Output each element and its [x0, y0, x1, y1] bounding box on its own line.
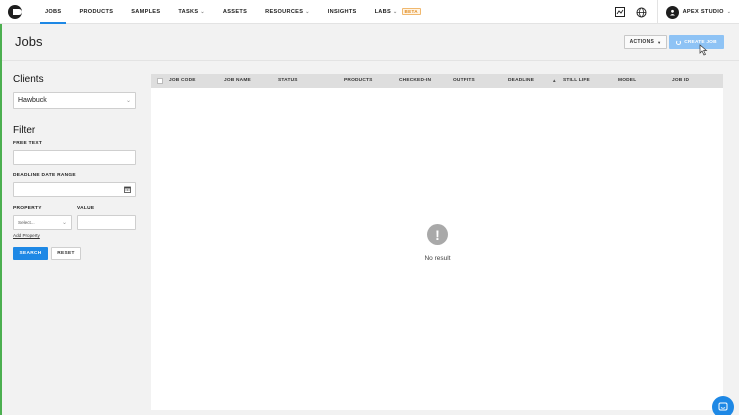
property-select-placeholder: Select... [18, 220, 35, 225]
column-header-job-code[interactable]: JOB CODE [169, 78, 196, 83]
nav-item-jobs[interactable]: JOBS [36, 0, 70, 24]
clients-heading: Clients [13, 74, 44, 85]
sort-ascending-icon[interactable]: ▲ [552, 78, 557, 83]
chevron-down-icon: ⌄ [305, 8, 310, 15]
column-header-checked-in[interactable]: CHECKED-IN [399, 78, 431, 83]
nav-item-label: PRODUCTS [79, 8, 114, 15]
loading-spinner-icon [676, 39, 682, 45]
nav-right: APEX STUDIO ⌄ [615, 0, 739, 24]
actions-label: ACTIONS [629, 39, 655, 45]
nav-item-label: ASSETS [222, 8, 248, 15]
avatar[interactable] [665, 5, 679, 19]
select-all-checkbox[interactable] [157, 78, 163, 84]
nav-item-label: SAMPLES [131, 8, 161, 15]
nav-item-products[interactable]: PRODUCTS [70, 0, 122, 24]
actions-button[interactable]: ACTIONS ▼ [624, 35, 667, 49]
studio-name[interactable]: APEX STUDIO [683, 9, 724, 15]
property-select[interactable]: Select... ⌄ [13, 215, 72, 230]
top-nav: JOBS PRODUCTS SAMPLES TASKS ⌄ ASSETS RESOURCES… [0, 0, 739, 24]
chevron-down-icon: ⌄ [61, 220, 67, 226]
column-header-status[interactable]: STATUS [278, 78, 298, 83]
calendar-icon[interactable] [124, 186, 131, 193]
nav-item-labs[interactable]: LABS ⌄ BETA [366, 0, 430, 24]
nav-item-label: INSIGHTS [327, 8, 357, 15]
deadline-date-range-input[interactable] [13, 182, 136, 197]
value-input[interactable] [77, 215, 136, 230]
free-text-label: FREE TEXT [13, 141, 43, 146]
column-header-outfits[interactable]: OUTFITS [453, 78, 475, 83]
nav-item-insights[interactable]: INSIGHTS [319, 0, 366, 24]
chevron-down-icon: ⌄ [393, 8, 398, 15]
chevron-down-icon: ⌄ [125, 98, 131, 104]
nav-item-label: RESOURCES [265, 8, 304, 15]
create-job-button[interactable]: CREATE JOB [669, 35, 724, 49]
nav-item-tasks[interactable]: TASKS ⌄ [169, 0, 214, 24]
nav-item-assets[interactable]: ASSETS [214, 0, 256, 24]
globe-icon[interactable] [636, 7, 647, 18]
property-label: PROPERTY [13, 206, 42, 211]
chat-support-button[interactable] [712, 396, 734, 415]
nav-divider [656, 0, 658, 24]
jobs-table: JOB CODE JOB NAME STATUS PRODUCTS CHECKE… [151, 74, 723, 410]
chevron-down-icon[interactable]: ⌄ [727, 9, 731, 15]
exclamation-icon: ! [427, 224, 448, 245]
client-select[interactable]: Hawbuck ⌄ [13, 92, 136, 109]
deadline-label: DEADLINE DATE RANGE [13, 173, 76, 178]
chevron-down-icon: ▼ [657, 39, 662, 45]
column-header-job-id[interactable]: JOB ID [672, 78, 689, 83]
nav-item-label: JOBS [45, 8, 62, 15]
app-logo-icon[interactable] [8, 4, 22, 19]
window-edge [0, 0, 2, 415]
page-title: Jobs [15, 34, 43, 49]
value-label: VALUE [77, 206, 95, 211]
free-text-input[interactable] [13, 150, 136, 165]
add-property-link[interactable]: Add Property [13, 233, 40, 238]
table-header: JOB CODE JOB NAME STATUS PRODUCTS CHECKE… [151, 74, 723, 88]
client-select-value: Hawbuck [18, 97, 47, 104]
chart-icon[interactable] [615, 7, 626, 18]
chevron-down-icon: ⌄ [200, 8, 205, 15]
nav-item-label: LABS [374, 8, 392, 15]
nav-menu: JOBS PRODUCTS SAMPLES TASKS ⌄ ASSETS RESOURCES… [36, 0, 430, 24]
reset-button[interactable]: RESET [51, 247, 81, 260]
column-header-model[interactable]: MODEL [618, 78, 636, 83]
column-header-job-name[interactable]: JOB NAME [224, 78, 251, 83]
column-header-still-life[interactable]: STILL LIFE [563, 78, 590, 83]
chat-icon [718, 402, 728, 411]
column-header-deadline[interactable]: DEADLINE [508, 78, 534, 83]
nav-item-samples[interactable]: SAMPLES [122, 0, 169, 24]
filter-heading: Filter [13, 125, 36, 136]
empty-state-text: No result [424, 255, 451, 262]
nav-item-resources[interactable]: RESOURCES ⌄ [256, 0, 319, 24]
nav-item-label: TASKS [178, 8, 199, 15]
beta-badge: BETA [401, 8, 421, 15]
page-header: Jobs ACTIONS ▼ CREATE JOB [2, 25, 739, 61]
search-button[interactable]: SEARCH [13, 247, 48, 260]
column-header-products[interactable]: PRODUCTS [344, 78, 373, 83]
mouse-cursor-icon [699, 44, 708, 56]
